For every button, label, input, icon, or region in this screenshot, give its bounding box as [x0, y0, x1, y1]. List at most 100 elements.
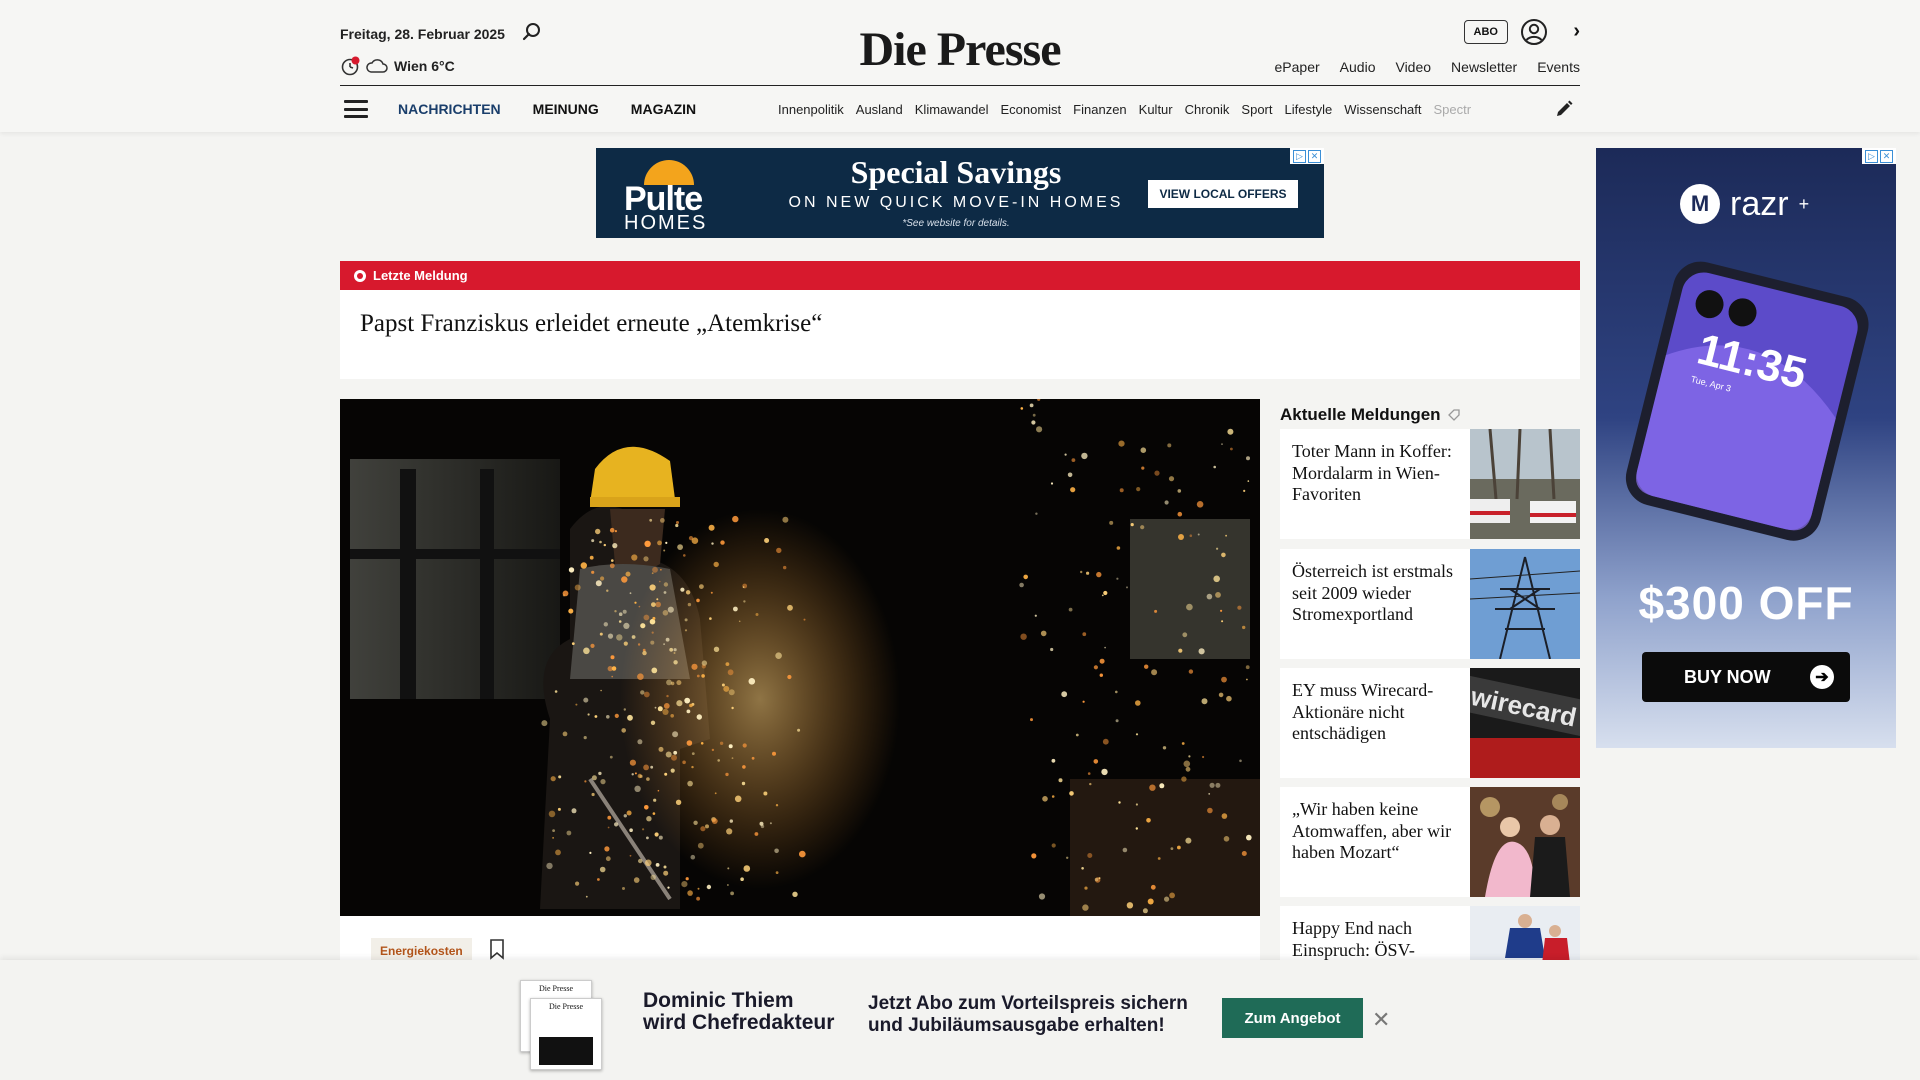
- spark-particle: [1218, 692, 1224, 698]
- news-card-thumbnail[interactable]: wirecard: [1470, 668, 1580, 778]
- spark-particle: [1038, 893, 1046, 900]
- news-card[interactable]: EY muss Wirecard-Aktionäre nicht entschä…: [1280, 668, 1580, 778]
- newspaper-image: Die Presse Die Presse: [520, 980, 604, 1070]
- spark-particle: [665, 637, 670, 642]
- news-card-title[interactable]: EY muss Wirecard-Aktionäre nicht entschä…: [1292, 680, 1462, 745]
- abo-button[interactable]: ABO: [1463, 20, 1508, 44]
- spark-particle: [1093, 665, 1098, 670]
- chevron-right-icon[interactable]: ›: [1573, 20, 1580, 43]
- spark-particle: [583, 736, 587, 740]
- spark-particle: [1069, 791, 1074, 796]
- user-account-icon[interactable]: [1520, 18, 1548, 46]
- subnav-kultur[interactable]: Kultur: [1139, 102, 1173, 117]
- spark-particle: [1243, 489, 1246, 492]
- link-audio[interactable]: Audio: [1340, 59, 1376, 75]
- spark-particle: [1051, 758, 1056, 763]
- news-card-thumbnail[interactable]: [1470, 787, 1580, 897]
- spark-particle: [643, 764, 649, 771]
- pencil-icon[interactable]: [1554, 99, 1574, 119]
- top-banner-ad[interactable]: Pulte HOMES Special Savings ON NEW QUICK…: [596, 148, 1324, 238]
- adchoices-icon[interactable]: ▷ ✕: [1290, 148, 1324, 164]
- spark-particle: [696, 674, 700, 678]
- spark-particle: [748, 678, 756, 685]
- spark-particle: [1196, 501, 1204, 508]
- subnav-ausland[interactable]: Ausland: [856, 102, 903, 117]
- subnav-lifestyle[interactable]: Lifestyle: [1285, 102, 1333, 117]
- subnav-finanzen[interactable]: Finanzen: [1073, 102, 1126, 117]
- subnav-wissenschaft[interactable]: Wissenschaft: [1344, 102, 1421, 117]
- spark-particle: [1094, 877, 1099, 882]
- subnav-klimawandel[interactable]: Klimawandel: [915, 102, 989, 117]
- spark-particle: [1221, 552, 1226, 558]
- spark-particle: [612, 545, 615, 548]
- spark-particle: [607, 826, 610, 829]
- news-card-thumbnail[interactable]: [1470, 906, 1580, 966]
- menu-icon[interactable]: [344, 100, 368, 118]
- spark-particle: [1164, 896, 1170, 902]
- spark-particle: [1246, 834, 1252, 841]
- spark-particle: [650, 720, 656, 725]
- spark-particle: [1082, 632, 1087, 637]
- news-card-title[interactable]: „Wir haben keine Atomwaffen, aber wir ha…: [1292, 799, 1462, 864]
- spark-particle: [600, 689, 602, 692]
- spark-particle: [677, 544, 683, 550]
- tag-icon: [1447, 409, 1460, 421]
- spark-particle: [1178, 534, 1184, 540]
- spark-particle: [609, 563, 615, 569]
- subnav-chronik[interactable]: Chronik: [1185, 102, 1230, 117]
- breaking-news-box[interactable]: Letzte Meldung Papst Franziskus erleidet…: [340, 261, 1580, 379]
- zum-angebot-button[interactable]: Zum Angebot: [1222, 998, 1363, 1038]
- nav-magazin[interactable]: MAGAZIN: [631, 101, 696, 117]
- news-card[interactable]: Toter Mann in Koffer: Mordalarm in Wien-…: [1280, 429, 1580, 539]
- link-events[interactable]: Events: [1537, 59, 1580, 75]
- spark-particle: [1050, 647, 1054, 652]
- spark-particle: [589, 851, 592, 854]
- spark-particle: [634, 601, 637, 604]
- subnav-spectrum[interactable]: Spectr: [1434, 102, 1472, 117]
- spark-particle: [655, 863, 660, 867]
- spark-particle: [1130, 523, 1134, 527]
- news-card-title[interactable]: Österreich ist erstmals seit 2009 wieder…: [1292, 561, 1462, 626]
- spark-particle: [651, 631, 654, 634]
- spark-particle: [1101, 594, 1104, 597]
- spark-particle: [591, 570, 595, 574]
- adchoices-icon[interactable]: ▷ ✕: [1862, 148, 1896, 164]
- news-card[interactable]: „Wir haben keine Atomwaffen, aber wir ha…: [1280, 787, 1580, 897]
- spark-particle: [631, 635, 636, 639]
- spark-particle: [1188, 755, 1191, 758]
- spark-particle: [775, 652, 782, 659]
- ad-offer: $300 OFF: [1638, 577, 1854, 629]
- news-card[interactable]: Happy End nach Einspruch: ÖSV-: [1280, 906, 1580, 966]
- news-card-title[interactable]: Toter Mann in Koffer: Mordalarm in Wien-…: [1292, 441, 1462, 506]
- spark-particle: [623, 708, 626, 711]
- buy-now-button[interactable]: BUY NOW ➔: [1642, 652, 1850, 702]
- spark-particle: [667, 886, 670, 889]
- spark-particle: [711, 542, 714, 545]
- spark-particle: [673, 648, 677, 652]
- hero-image[interactable]: [340, 399, 1260, 916]
- spark-particle: [571, 808, 577, 814]
- breaking-headline[interactable]: Papst Franziskus erleidet erneute „Atemk…: [340, 290, 1580, 338]
- ad-cta-button[interactable]: VIEW LOCAL OFFERS: [1148, 180, 1298, 208]
- news-card-thumbnail[interactable]: [1470, 549, 1580, 659]
- subnav-sport[interactable]: Sport: [1241, 102, 1272, 117]
- spark-particle: [1241, 851, 1247, 856]
- nav-nachrichten[interactable]: NACHRICHTEN: [398, 101, 501, 117]
- spark-particle: [594, 715, 598, 718]
- subnav-innenpolitik[interactable]: Innenpolitik: [778, 102, 844, 117]
- spark-particle: [787, 604, 793, 611]
- link-newsletter[interactable]: Newsletter: [1451, 59, 1517, 75]
- news-card-thumbnail[interactable]: [1470, 429, 1580, 539]
- bookmark-icon[interactable]: [488, 938, 506, 960]
- sidebar-ad[interactable]: ▷ ✕ M razr + 11:35 Tue, Apr 3 $300 OFF BUY…: [1596, 148, 1896, 748]
- spark-particle: [1183, 760, 1191, 768]
- news-card-title[interactable]: Happy End nach Einspruch: ÖSV-: [1292, 918, 1462, 961]
- news-card[interactable]: Österreich ist erstmals seit 2009 wieder…: [1280, 549, 1580, 659]
- spark-particle: [590, 643, 595, 648]
- spark-particle: [710, 591, 713, 594]
- close-icon[interactable]: ✕: [1372, 1007, 1390, 1033]
- link-epaper[interactable]: ePaper: [1275, 59, 1320, 75]
- subnav-economist[interactable]: Economist: [1000, 102, 1061, 117]
- link-video[interactable]: Video: [1395, 59, 1431, 75]
- nav-meinung[interactable]: MEINUNG: [533, 101, 599, 117]
